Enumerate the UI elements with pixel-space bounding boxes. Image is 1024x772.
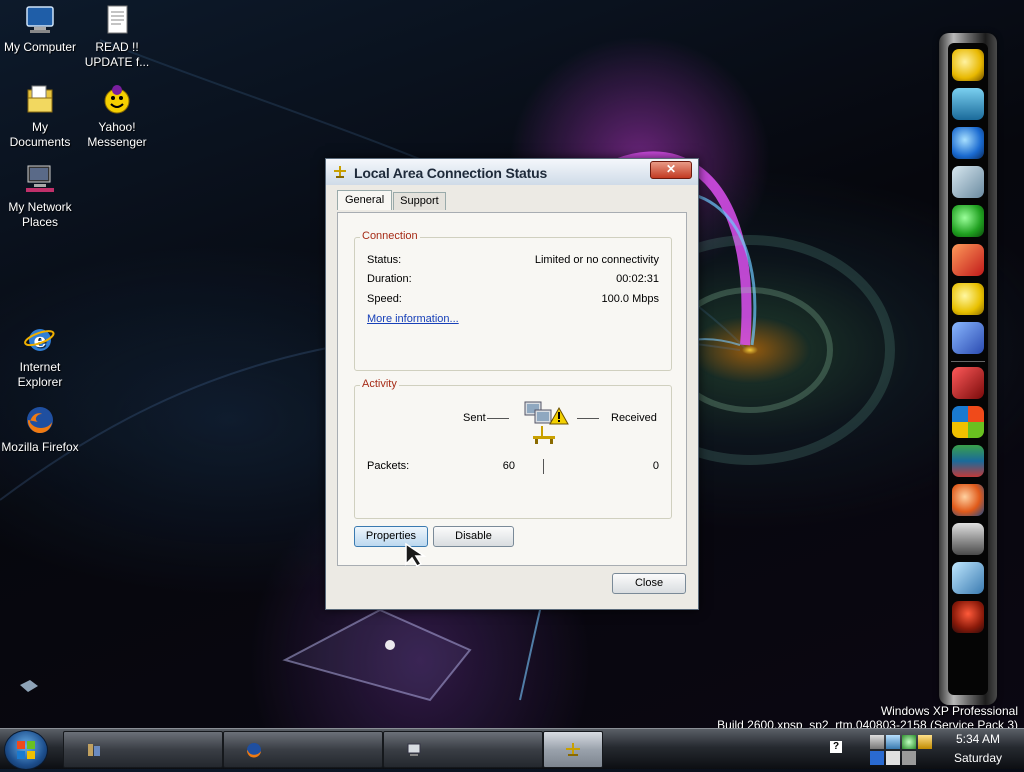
local-area-connection-status-dialog: Local Area Connection Status ✕ General S… xyxy=(325,158,699,610)
dock-media-play-icon[interactable] xyxy=(952,166,984,198)
speed-label: Speed: xyxy=(367,293,402,305)
disable-button[interactable]: Disable xyxy=(433,526,514,547)
tray-update-icon[interactable] xyxy=(918,735,932,749)
more-information-link[interactable]: More information... xyxy=(367,313,459,325)
desktop-icon-label: Yahoo! Messenger xyxy=(87,120,147,149)
status-label: Status: xyxy=(367,254,402,266)
my-documents-icon xyxy=(24,84,56,116)
firefox-icon xyxy=(24,404,56,436)
desktop-icon-my-documents[interactable]: My Documents xyxy=(0,84,80,150)
desktop-icon-network-places[interactable]: My Network Places xyxy=(0,164,80,230)
dock-printer-icon[interactable] xyxy=(952,523,984,555)
dock-monster-icon[interactable] xyxy=(952,601,984,633)
desktop-icon-label: Mozilla Firefox xyxy=(1,440,79,454)
taskbar: ? xyxy=(0,728,1024,770)
activity-legend: Activity xyxy=(360,378,399,390)
dock-msn-buddy-icon[interactable] xyxy=(952,322,984,354)
app-tools-icon xyxy=(88,744,100,756)
packets-label: Packets: xyxy=(367,460,410,472)
dialog-titlebar[interactable]: Local Area Connection Status ✕ xyxy=(326,159,698,185)
mouse-cursor xyxy=(405,542,427,567)
network-connection-icon xyxy=(566,743,580,756)
duration-value: 00:02:31 xyxy=(616,273,659,285)
network-connection-icon xyxy=(333,165,347,179)
desktop-icon-label: My Computer xyxy=(3,40,77,54)
tray-security-icon[interactable] xyxy=(902,735,916,749)
duration-label: Duration: xyxy=(367,273,412,285)
tab-support[interactable]: Support xyxy=(393,192,446,210)
dock-media-player-icon[interactable] xyxy=(952,244,984,276)
speed-value: 100.0 Mbps xyxy=(601,293,659,305)
network-places-icon xyxy=(24,164,56,196)
application-dock xyxy=(939,33,997,705)
general-tab-panel: Connection Status: Limited or no connect… xyxy=(337,212,687,566)
text-document-icon xyxy=(101,4,133,36)
network-monitor-icon xyxy=(407,743,421,756)
tray-display-icon[interactable] xyxy=(886,751,900,765)
firefox-icon xyxy=(246,743,261,758)
dock-tools-icon[interactable] xyxy=(952,562,984,594)
dock-yellow-orb-icon[interactable] xyxy=(952,49,984,81)
desktop-icon-read-update[interactable]: READ !! UPDATE f... xyxy=(77,4,157,70)
dock-green-e-icon[interactable] xyxy=(952,205,984,237)
help-icon[interactable]: ? xyxy=(830,741,842,753)
status-value: Limited or no connectivity xyxy=(534,254,659,266)
network-activity-icon xyxy=(521,398,569,446)
taskbar-clock[interactable]: 5:34 AM Saturday xyxy=(936,730,1020,768)
connection-group: Connection Status: Limited or no connect… xyxy=(354,230,672,371)
received-line xyxy=(577,418,599,419)
sent-label: Sent xyxy=(463,412,486,424)
dock-monitor-icon[interactable] xyxy=(952,88,984,120)
taskbar-button-app[interactable] xyxy=(63,731,223,768)
dock-messenger-smiley-icon[interactable] xyxy=(952,283,984,315)
internet-explorer-icon: e xyxy=(24,324,56,356)
desktop-icon-my-computer[interactable]: My Computer xyxy=(0,4,80,55)
os-name: Windows XP Professional xyxy=(880,704,1018,718)
packets-received-value: 0 xyxy=(652,460,659,472)
dock-windows-flag-icon[interactable] xyxy=(952,406,984,438)
taskbar-button-connection-status[interactable] xyxy=(543,731,603,768)
tab-general[interactable]: General xyxy=(337,190,393,210)
desktop-icon-label: READ !! UPDATE f... xyxy=(84,40,150,69)
taskbar-button-firefox[interactable] xyxy=(223,731,383,768)
sent-line xyxy=(487,418,509,419)
yahoo-messenger-icon xyxy=(101,84,133,116)
close-window-button[interactable]: ✕ xyxy=(650,161,692,179)
clock-time: 5:34 AM xyxy=(955,732,1001,746)
desktop-icon-label: Internet Explorer xyxy=(17,360,63,389)
dialog-tabs: General Support xyxy=(337,190,447,212)
dock-windows-orb-icon[interactable] xyxy=(952,484,984,516)
desktop-icon-mozilla-firefox[interactable]: Mozilla Firefox xyxy=(0,404,80,455)
dock-red-app-icon[interactable] xyxy=(952,367,984,399)
packets-divider xyxy=(543,459,544,474)
connection-legend: Connection xyxy=(360,230,420,242)
start-button[interactable] xyxy=(4,730,48,770)
desktop-icon-internet-explorer[interactable]: e Internet Explorer xyxy=(0,324,80,390)
tray-sync-icon[interactable] xyxy=(902,751,916,765)
tray-volume-icon[interactable] xyxy=(870,735,884,749)
my-computer-icon xyxy=(24,4,56,36)
close-button[interactable]: Close xyxy=(612,573,686,594)
desktop-icon-label: My Documents xyxy=(9,120,71,149)
tray-network-icon[interactable] xyxy=(886,735,900,749)
taskbar-button-network-connections[interactable] xyxy=(383,731,543,768)
desktop-icon-label: My Network Places xyxy=(8,200,72,229)
tray-language-icon[interactable] xyxy=(870,751,884,765)
dock-globe-icon[interactable] xyxy=(952,127,984,159)
windows-logo-icon xyxy=(17,741,35,759)
clock-day: Saturday xyxy=(953,751,1003,765)
dock-stacked-books-icon[interactable] xyxy=(952,445,984,477)
desktop-icon-yahoo-messenger[interactable]: Yahoo! Messenger xyxy=(77,84,157,150)
activity-group: Activity Sent Received Packets: 60 0 xyxy=(354,378,672,519)
dialog-title: Local Area Connection Status xyxy=(354,165,548,181)
received-label: Received xyxy=(611,412,657,424)
packets-sent-value: 60 xyxy=(502,460,515,472)
